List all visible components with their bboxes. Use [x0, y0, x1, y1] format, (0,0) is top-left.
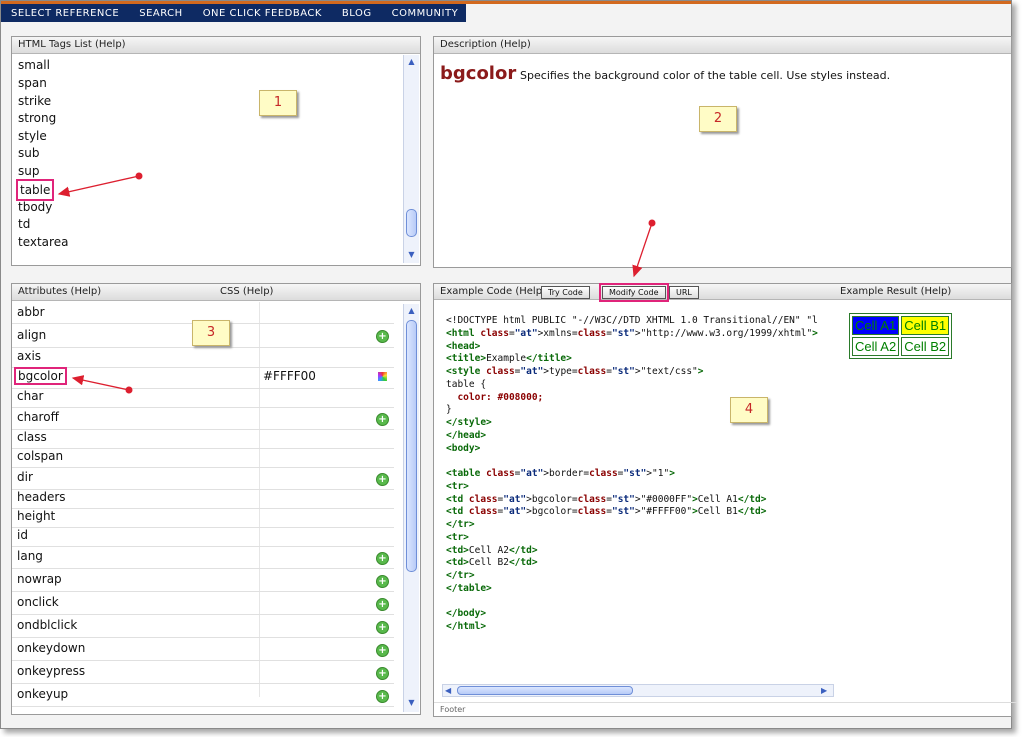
- arrow-to-bgcolor-attr: [71, 375, 133, 394]
- annotation-arrows: [57, 172, 656, 394]
- arrow-to-table-tag: [57, 172, 143, 197]
- arrow-to-modify-code: [632, 219, 656, 278]
- app-window: SELECT REFERENCE SEARCH ONE CLICK FEEDBA…: [0, 0, 1017, 729]
